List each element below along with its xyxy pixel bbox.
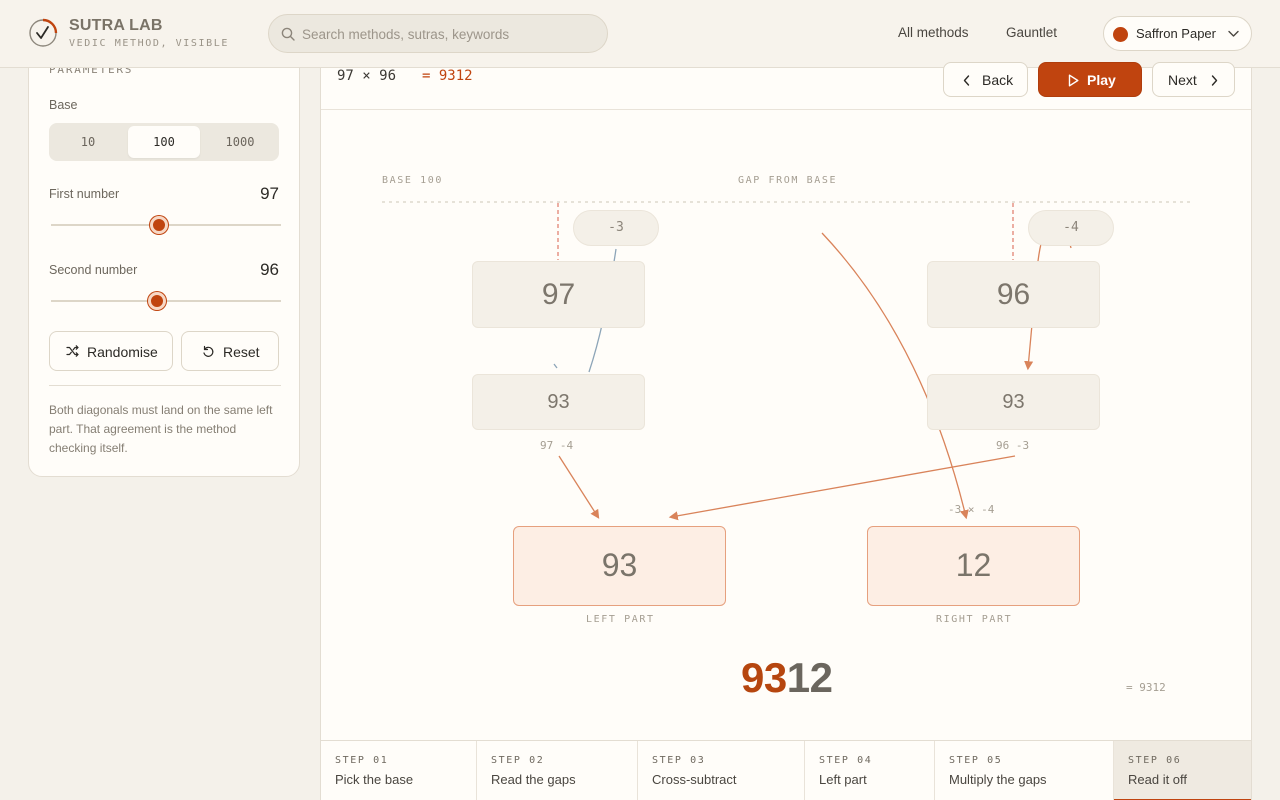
theme-swatch [1113,27,1128,42]
first-number-box: 97 [472,261,645,328]
top-bar: SUTRA LAB VEDIC METHOD, VISIBLE All meth… [0,0,1280,68]
step-number: STEP 03 [652,755,706,766]
step-label: Multiply the gaps [949,772,1047,787]
diagram-connectors [382,201,1191,521]
equation-text: 97 × 96 [337,68,397,84]
base-option-100[interactable]: 100 [128,126,200,158]
step-tab-4[interactable]: STEP 04 Left part [805,741,935,800]
step-number: STEP 05 [949,755,1003,766]
step-label: Read it off [1128,772,1188,787]
equation-result: = 9312 [422,68,473,84]
search-box[interactable] [268,14,608,53]
nav-all-methods[interactable]: All methods [898,25,969,40]
gap-caption: GAP FROM BASE [738,175,838,186]
method-note: Both diagonals must land on the same lef… [49,403,273,455]
cross-left-box: 93 [472,374,645,430]
first-gap-pill: -3 [573,210,659,246]
logo-icon [29,18,58,47]
method-diagram: BASE 100 GAP FROM BASE -3 -4 97 96 93 93… [321,110,1251,740]
second-number-slider[interactable] [51,300,281,302]
second-gap-pill: -4 [1028,210,1114,246]
first-number-label: First number [49,187,120,201]
shuffle-icon [66,345,79,357]
next-label: Next [1168,72,1197,88]
cross-right-expression: 96 -3 [996,439,1030,452]
step-label: Left part [819,772,867,787]
base-selector: 10 100 1000 [49,123,279,161]
sidebar-divider [49,385,281,386]
randomise-button[interactable]: Randomise [49,331,173,371]
final-answer-right: 12 [786,654,833,701]
nav-gauntlet[interactable]: Gauntlet [1006,25,1057,40]
play-label: Play [1087,72,1116,88]
theme-label: Saffron Paper [1136,26,1216,41]
reset-button[interactable]: Reset [181,331,279,371]
base-option-10[interactable]: 10 [52,126,124,158]
final-answer-left: 93 [741,654,787,701]
second-number-value: 96 [260,260,279,279]
theme-selector[interactable]: Saffron Paper [1103,16,1252,51]
step-tab-2[interactable]: STEP 02 Read the gaps [477,741,638,800]
right-part-box: 12 [867,526,1080,606]
left-part-box: 93 [513,526,726,606]
second-number-label: Second number [49,263,138,277]
step-tab-3[interactable]: STEP 03 Cross-subtract [638,741,805,800]
sidebar: PARAMETERS Base 10 100 1000 First number… [0,68,320,488]
play-icon [1068,74,1079,87]
base-option-1000[interactable]: 1000 [204,126,276,158]
left-part-caption: LEFT PART [586,614,655,625]
final-answer: 9312 [741,654,833,702]
chevron-right-icon [1211,75,1218,86]
step-label: Pick the base [335,772,414,787]
step-label: Cross-subtract [652,772,737,787]
cross-left-expression: 97 -4 [540,439,574,452]
step-tab-1[interactable]: STEP 01 Pick the base [321,741,477,800]
second-number-slider-thumb[interactable] [148,292,166,310]
main-panel: 97 × 96 = 9312 Back Play Next BASE 100 G… [320,62,1252,800]
step-number: STEP 06 [1128,755,1182,766]
final-answer-note: = 9312 [1126,681,1166,694]
step-label: Read the gaps [491,772,576,787]
right-part-caption: RIGHT PART [936,614,1013,625]
step-tab-6[interactable]: STEP 06 Read it off [1114,741,1251,800]
play-button[interactable]: Play [1038,62,1142,97]
cross-right-box: 93 [927,374,1100,430]
reset-label: Reset [223,344,260,360]
step-tabs: STEP 01 Pick the base STEP 02 Read the g… [321,740,1251,800]
second-number-box: 96 [927,261,1100,328]
step-number: STEP 01 [335,755,389,766]
base-caption: BASE 100 [382,175,443,186]
back-button[interactable]: Back [943,62,1028,97]
brand-tagline: VEDIC METHOD, VISIBLE [69,38,230,49]
randomise-label: Randomise [87,344,158,360]
parameters-card: PARAMETERS Base 10 100 1000 First number… [28,68,300,477]
base-label: Base [49,98,78,112]
search-icon [281,27,295,41]
first-number-value: 97 [260,184,279,203]
step-tab-5[interactable]: STEP 05 Multiply the gaps [935,741,1114,800]
product-expression: -3 × -4 [948,503,995,516]
parameters-title: PARAMETERS [49,68,134,76]
equation-bar: 97 × 96 = 9312 Back Play Next [321,62,1251,110]
brand-name: SUTRA LAB [69,17,163,34]
reset-icon [203,345,214,357]
step-number: STEP 02 [491,755,545,766]
back-label: Back [982,72,1014,88]
first-number-slider-thumb[interactable] [150,216,168,234]
chevron-down-icon [1228,30,1239,37]
chevron-left-icon [963,75,970,86]
search-input[interactable] [302,23,597,45]
step-number: STEP 04 [819,755,873,766]
next-button[interactable]: Next [1152,62,1235,97]
left-part-arrow-1 [558,455,600,519]
